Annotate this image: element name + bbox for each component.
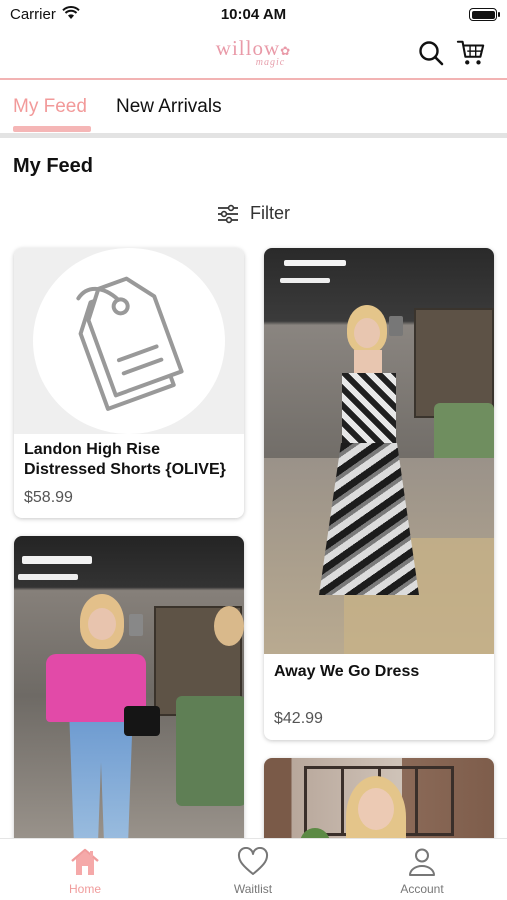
user-icon [409,848,435,876]
home-icon [71,848,99,875]
nav-waitlist-label: Waitlist [233,882,273,896]
nav-waitlist[interactable]: Waitlist [208,846,298,896]
tab-new-arrivals[interactable]: New Arrivals [116,96,222,118]
search-button[interactable] [416,38,446,68]
product-image [14,248,244,434]
cart-icon [456,40,485,65]
nav-home-label: Home [68,882,101,896]
cart-button[interactable] [456,38,486,68]
page-title: My Feed [13,155,94,177]
filter-button[interactable]: Filter [216,203,290,224]
heart-icon [237,846,269,875]
nav-account[interactable]: Account [377,847,467,896]
search-icon [419,41,444,66]
product-card[interactable]: Away We Go Dress $42.99 [264,248,494,740]
product-price: $42.99 [274,710,323,727]
price-tag-icon [76,276,184,411]
tab-my-feed[interactable]: My Feed [13,96,87,118]
product-title: Away We Go Dress [274,663,420,680]
nav-account-label: Account [400,882,444,896]
product-image [264,248,494,654]
bottom-navigation: Home Waitlist Account [0,838,507,900]
product-card[interactable] [14,536,244,856]
app-header: willow✿ magic [0,30,507,80]
filter-label: Filter [250,203,290,223]
sliders-icon [218,204,238,223]
product-image [14,536,244,856]
clock: 10:04 AM [220,6,287,23]
product-price: $58.99 [24,489,73,506]
feed-tabs: My Feed New Arrivals [0,82,507,138]
nav-home[interactable]: Home [40,847,130,896]
battery-icon [469,8,500,21]
product-title: Landon High Rise Distressed Shorts {OLIV… [24,441,226,478]
product-card[interactable]: Landon High Rise Distressed Shorts {OLIV… [14,248,244,518]
status-bar: Carrier 10:04 AM [0,0,507,30]
active-tab-indicator [13,126,91,132]
